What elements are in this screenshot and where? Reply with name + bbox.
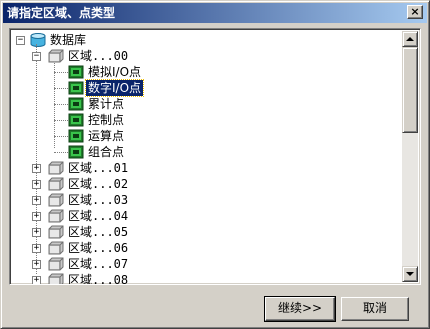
window-title: 请指定区域、点类型 [7,6,116,20]
expand-toggle[interactable]: + [32,276,41,284]
point-type-icon [68,113,84,127]
collapse-toggle[interactable]: − [16,36,25,45]
tree-point-type-label[interactable]: 组合点 [86,144,126,160]
folder-icon [48,161,64,175]
tree-area-label[interactable]: 区域...00 [66,48,130,64]
folder-icon [48,193,64,207]
tree-connector [54,104,68,105]
tree-point-type[interactable]: 数字I/O点 [10,79,405,97]
expand-toggle[interactable]: + [32,244,41,253]
scroll-down-button[interactable] [402,266,418,282]
expand-toggle[interactable]: + [32,196,41,205]
point-type-icon [68,65,84,79]
point-type-icon [68,81,84,95]
folder-icon [48,225,64,239]
tree-area-06[interactable]: + 区域...06 [10,240,405,256]
tree-connector [54,152,68,153]
tree-connector [54,72,68,73]
tree-area-label[interactable]: 区域...08 [66,272,130,284]
tree-point-type[interactable]: 运算点 [10,128,405,144]
folder-icon [48,273,64,284]
expand-toggle[interactable]: + [32,212,41,221]
tree-connector [54,136,68,137]
expand-toggle[interactable]: + [32,228,41,237]
tree-root-label[interactable]: 数据库 [48,32,88,48]
scroll-thumb[interactable] [402,47,418,133]
tree-point-type-label[interactable]: 累计点 [86,96,126,112]
folder-icon [48,209,64,223]
point-type-icon [68,97,84,111]
tree-connector [54,88,68,89]
close-button[interactable]: × [407,5,423,19]
tree-area-label[interactable]: 区域...05 [66,224,130,240]
title-bar[interactable]: 请指定区域、点类型 × [3,3,427,23]
expand-toggle[interactable]: + [32,180,41,189]
tree-point-type-label[interactable]: 控制点 [86,112,126,128]
tree-area-label[interactable]: 区域...04 [66,208,130,224]
tree-area-label[interactable]: 区域...03 [66,192,130,208]
tree-view[interactable]: − 数据库 − 区域...00 模拟I/O点 数字I/O点 累计点 控制点 运算… [9,28,421,285]
tree-area-label[interactable]: 区域...07 [66,256,130,272]
cancel-button[interactable]: 取消 [341,297,409,321]
tree-point-type[interactable]: 组合点 [10,144,405,160]
vertical-scrollbar[interactable] [402,31,418,282]
tree-area-label[interactable]: 区域...02 [66,176,130,192]
folder-icon [48,257,64,271]
tree-area-label[interactable]: 区域...06 [66,240,130,256]
point-type-icon [68,145,84,159]
tree-area-07[interactable]: + 区域...07 [10,256,405,272]
tree-point-type[interactable]: 累计点 [10,96,405,112]
tree-area-02[interactable]: + 区域...02 [10,176,405,192]
dialog-window: 请指定区域、点类型 × − 数据库 − 区域...00 模拟I/O点 数字I/O… [0,0,430,329]
database-icon [30,33,46,47]
tree-area-00[interactable]: − 区域...00 [10,48,405,64]
tree-area-03[interactable]: + 区域...03 [10,192,405,208]
continue-button[interactable]: 继续>> [264,296,336,322]
tree-area-05[interactable]: + 区域...05 [10,224,405,240]
folder-icon [48,177,64,191]
arrow-up-icon [406,37,414,41]
collapse-toggle[interactable]: − [32,52,41,61]
point-type-icon [68,129,84,143]
tree-connector [54,120,68,121]
expand-toggle[interactable]: + [32,164,41,173]
tree-area-04[interactable]: + 区域...04 [10,208,405,224]
arrow-down-icon [406,272,414,276]
folder-icon [48,49,64,63]
tree-root[interactable]: − 数据库 [10,32,405,48]
tree-point-type-label-selected[interactable]: 数字I/O点 [84,79,145,97]
expand-toggle[interactable]: + [32,260,41,269]
tree-area-01[interactable]: + 区域...01 [10,160,405,176]
tree-point-type[interactable]: 模拟I/O点 [10,64,405,80]
tree-point-type-label[interactable]: 模拟I/O点 [86,64,143,80]
tree-area-label[interactable]: 区域...01 [66,160,130,176]
tree-point-type-label[interactable]: 运算点 [86,128,126,144]
folder-icon [48,241,64,255]
tree-point-type[interactable]: 控制点 [10,112,405,128]
scroll-up-button[interactable] [402,31,418,47]
tree-area-08[interactable]: + 区域...08 [10,272,405,284]
